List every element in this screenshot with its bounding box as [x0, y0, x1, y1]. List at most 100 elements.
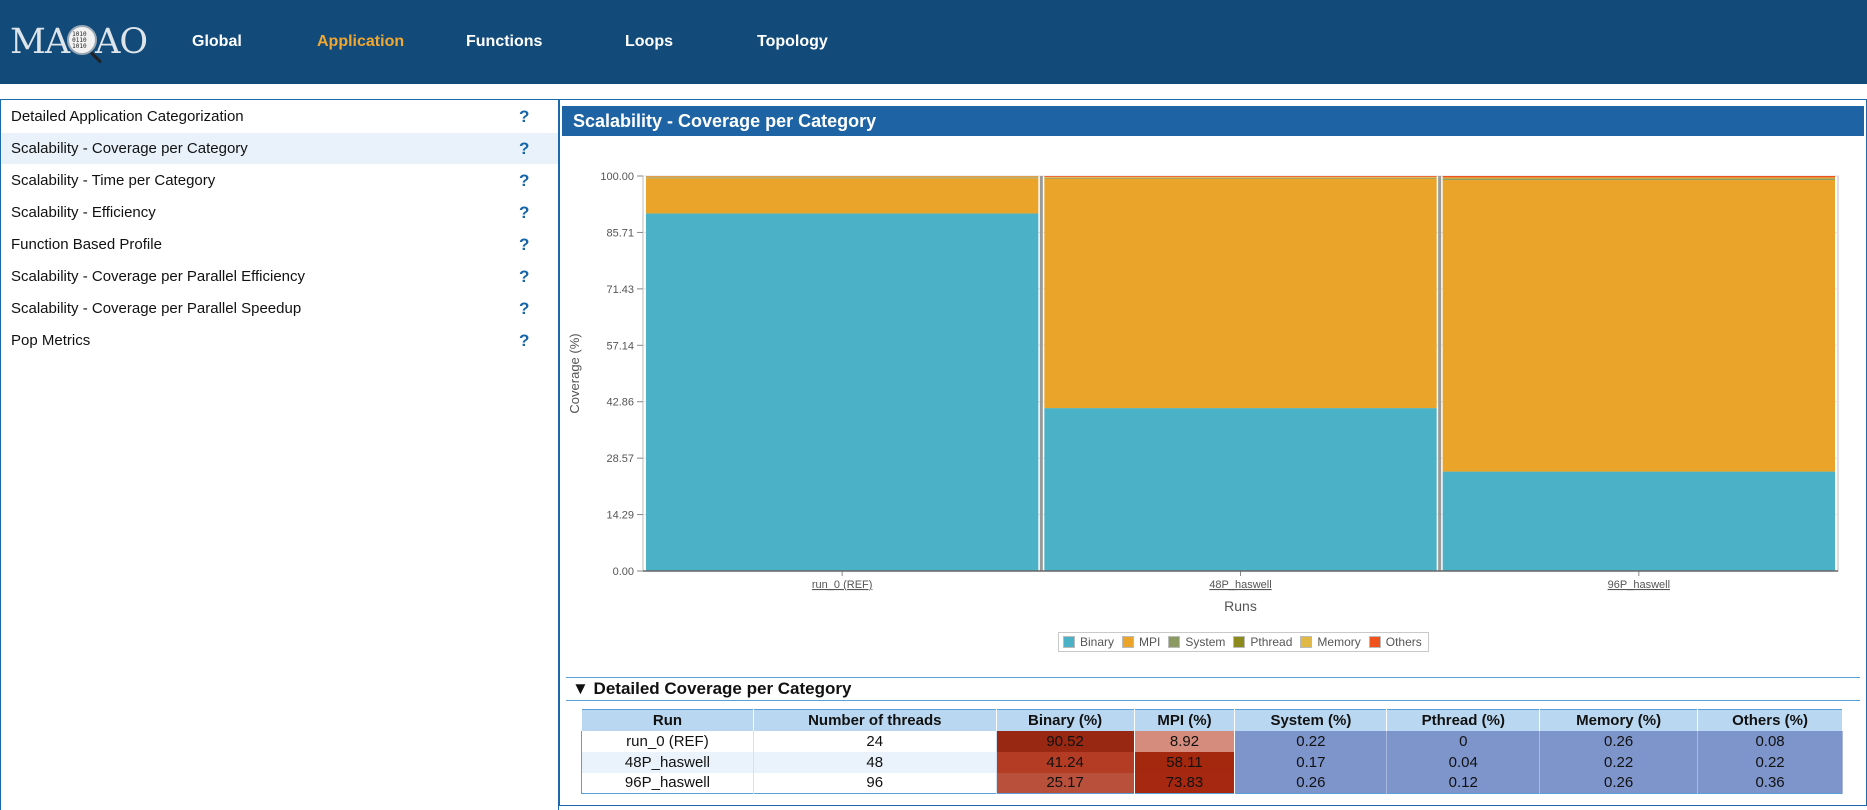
logo-text-left: MA: [10, 22, 70, 62]
legend-label: System: [1185, 635, 1226, 649]
x-tick-label: 96P_haswell: [1608, 579, 1670, 591]
sidebar-item-label: Scalability - Coverage per Parallel Effi…: [11, 268, 306, 285]
table-row: run_0 (REF) 24 90.52 8.92 0.22 0 0.26 0.…: [581, 730, 1843, 752]
column-header-mpi[interactable]: MPI (%): [1133, 709, 1236, 731]
cell-run: run_0 (REF): [581, 730, 754, 752]
nav-topology[interactable]: Topology: [757, 33, 828, 51]
help-icon[interactable]: ?: [519, 299, 529, 319]
column-header-memory[interactable]: Memory (%): [1539, 709, 1699, 731]
sidebar-item-coverage-per-category[interactable]: Scalability - Coverage per Category ?: [1, 133, 558, 164]
column-header-pthread[interactable]: Pthread (%): [1386, 709, 1541, 731]
y-axis-title: Coverage (%): [567, 333, 582, 413]
logo-glass-bits: 1010 0110 1010: [72, 31, 87, 50]
help-icon[interactable]: ?: [519, 267, 529, 287]
column-header-run[interactable]: Run: [581, 709, 754, 731]
panel-title: Scalability - Coverage per Category: [562, 106, 1864, 136]
sidebar-item-label: Scalability - Time per Category: [11, 172, 216, 189]
magnifier-logo-icon: 1010 0110 1010: [67, 25, 98, 55]
column-header-binary[interactable]: Binary (%): [995, 709, 1135, 731]
column-header-threads[interactable]: Number of threads: [752, 709, 997, 731]
table-row: 96P_haswell 96 25.17 73.83 0.26 0.12 0.2…: [581, 772, 1843, 794]
bar-segment-memory: [1044, 176, 1437, 178]
maqao-logo[interactable]: MA 1010 0110 1010 AO: [10, 20, 148, 64]
y-tick-label: 14.29: [606, 510, 634, 522]
legend-item-mpi[interactable]: MPI: [1122, 635, 1160, 649]
bar-segment-mpi: [1044, 178, 1437, 409]
y-tick-label: 42.86: [606, 397, 634, 409]
legend-swatch: [1233, 636, 1246, 648]
column-header-others[interactable]: Others (%): [1697, 709, 1843, 731]
column-header-system[interactable]: System (%): [1234, 709, 1388, 731]
main-panel: Scalability - Coverage per Category 0.00…: [559, 99, 1867, 806]
legend-swatch: [1368, 636, 1381, 648]
cell-threads: 48: [753, 751, 997, 773]
y-tick-label: 85.71: [606, 227, 634, 239]
legend-item-system[interactable]: System: [1168, 635, 1225, 649]
cell-memory: 0.26: [1539, 730, 1699, 752]
section-title[interactable]: ▼ Detailed Coverage per Category: [572, 679, 851, 699]
legend-swatch: [1122, 636, 1135, 648]
sidebar-item-label: Scalability - Coverage per Parallel Spee…: [11, 300, 302, 317]
detailed-coverage-section-header[interactable]: ▼ Detailed Coverage per Category: [566, 677, 1860, 701]
bar-segment-binary: [1044, 408, 1437, 571]
legend-item-pthread[interactable]: Pthread: [1233, 635, 1292, 649]
nav-application[interactable]: Application: [317, 33, 404, 51]
help-icon[interactable]: ?: [519, 203, 529, 223]
sidebar-item-label: Scalability - Coverage per Category: [11, 140, 248, 157]
x-tick-label: run_0 (REF): [812, 579, 873, 591]
cell-threads: 24: [753, 730, 997, 752]
sidebar-item-efficiency[interactable]: Scalability - Efficiency ?: [1, 197, 558, 228]
cell-system: 0.22: [1234, 730, 1388, 752]
cell-others: 0.22: [1697, 751, 1843, 773]
nav-loops[interactable]: Loops: [625, 33, 673, 51]
cell-others: 0.36: [1697, 772, 1843, 794]
help-icon[interactable]: ?: [519, 107, 529, 127]
legend-item-binary[interactable]: Binary: [1063, 635, 1114, 649]
table-row: 48P_haswell 48 41.24 58.11 0.17 0.04 0.2…: [581, 751, 1843, 773]
cell-system: 0.26: [1234, 772, 1388, 794]
sidebar-item-detailed-application-categorization[interactable]: Detailed Application Categorization ?: [1, 101, 558, 132]
nav-global[interactable]: Global: [192, 33, 242, 51]
legend-item-others[interactable]: Others: [1368, 635, 1422, 649]
cell-pthread: 0.12: [1386, 772, 1541, 794]
legend-item-memory[interactable]: Memory: [1300, 635, 1361, 649]
sidebar-item-function-based-profile[interactable]: Function Based Profile ?: [1, 229, 558, 260]
table-header-row: Run Number of threads Binary (%) MPI (%)…: [581, 709, 1843, 731]
bar-segment-binary: [1442, 471, 1835, 571]
cell-pthread: 0.04: [1386, 751, 1541, 773]
top-navigation-bar: MA 1010 0110 1010 AO Global Application …: [0, 0, 1867, 84]
legend-label: Others: [1385, 635, 1422, 649]
x-tick-label: 48P_haswell: [1209, 579, 1271, 591]
legend-swatch: [1168, 636, 1181, 648]
cell-memory: 0.26: [1539, 772, 1699, 794]
sidebar-item-coverage-per-parallel-efficiency[interactable]: Scalability - Coverage per Parallel Effi…: [1, 261, 558, 292]
chart-legend: Binary MPI System Pthread Memory Others: [1058, 632, 1429, 652]
help-icon[interactable]: ?: [519, 139, 529, 159]
cell-binary: 25.17: [996, 772, 1135, 794]
bar-segment-mpi: [646, 178, 1039, 214]
bar-segment-system: [646, 177, 1039, 179]
bar-segment-others: [1442, 176, 1835, 178]
legend-swatch: [1300, 636, 1313, 648]
y-tick-label: 100.00: [600, 171, 634, 183]
bar-segment-memory: [1442, 177, 1835, 179]
help-icon[interactable]: ?: [519, 171, 529, 191]
legend-label: MPI: [1139, 635, 1161, 649]
help-icon[interactable]: ?: [519, 331, 529, 351]
x-axis-title: Runs: [1224, 598, 1257, 614]
logo-text-right: AO: [95, 22, 148, 62]
bar-segment-system: [1442, 178, 1835, 180]
sidebar-item-label: Function Based Profile: [11, 236, 162, 253]
bar-segment-memory: [646, 176, 1039, 178]
sidebar-item-pop-metrics[interactable]: Pop Metrics ?: [1, 325, 558, 356]
bar-segment-others: [1044, 176, 1437, 177]
nav-functions[interactable]: Functions: [466, 33, 542, 51]
cell-mpi: 8.92: [1134, 730, 1236, 752]
sidebar-item-coverage-per-parallel-speedup[interactable]: Scalability - Coverage per Parallel Spee…: [1, 293, 558, 324]
bar-segment-system: [1044, 177, 1437, 179]
legend-label: Memory: [1317, 635, 1361, 649]
sidebar-item-label: Scalability - Efficiency: [11, 204, 156, 221]
help-icon[interactable]: ?: [519, 235, 529, 255]
sidebar-item-time-per-category[interactable]: Scalability - Time per Category ?: [1, 165, 558, 196]
y-tick-label: 0.00: [613, 566, 634, 578]
